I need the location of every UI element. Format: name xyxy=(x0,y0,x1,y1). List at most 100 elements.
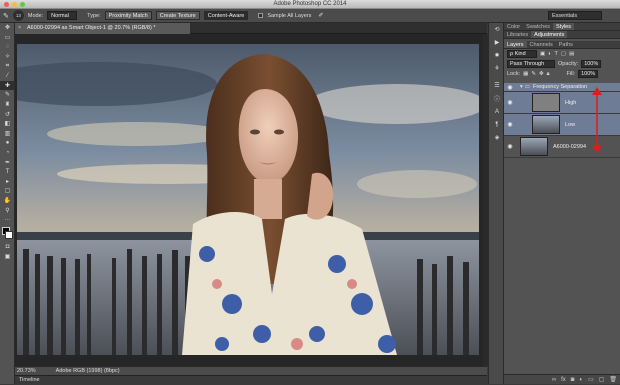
tab-color[interactable]: Color xyxy=(504,23,523,30)
lasso-tool-icon[interactable]: ◌ xyxy=(0,42,15,52)
type-label: Type: xyxy=(87,12,101,19)
fill-input[interactable]: 100% xyxy=(578,70,599,78)
eraser-tool-icon[interactable]: ◧ xyxy=(0,119,15,129)
mode-select[interactable]: Normal xyxy=(47,11,78,20)
blur-tool-icon[interactable]: ● xyxy=(0,138,15,148)
layer-name: Low xyxy=(565,121,576,128)
spot-healing-brush-icon[interactable]: ✎ xyxy=(3,12,9,20)
visibility-eye-icon[interactable]: ◉ xyxy=(504,84,516,91)
brush-preset-picker[interactable]: 13 xyxy=(12,10,24,21)
filter-type-icon[interactable]: T xyxy=(555,51,558,57)
zoom-level[interactable]: 20.73% xyxy=(17,367,36,375)
lock-all-icon[interactable]: 🔒︎ xyxy=(547,71,550,78)
fill-label: Fill: xyxy=(566,71,576,77)
blend-mode-select[interactable]: Pass Through xyxy=(507,60,555,68)
document-tab[interactable]: × A6000-02994 as Smart Object-1 @ 20.7% … xyxy=(15,23,190,34)
filter-shape-icon[interactable]: ▢ xyxy=(561,51,566,57)
filter-pixel-icon[interactable]: ▣ xyxy=(540,51,545,57)
tab-layers[interactable]: Layers xyxy=(504,41,527,48)
tab-channels[interactable]: Channels xyxy=(527,41,556,48)
history-icon[interactable]: ⟲ xyxy=(489,23,505,36)
visibility-eye-icon[interactable]: ◉ xyxy=(504,121,516,128)
document-tab-bar: × A6000-02994 as Smart Object-1 @ 20.7% … xyxy=(15,23,487,34)
layer-kind-filter[interactable]: ρ Kind xyxy=(507,50,537,58)
paragraph-icon[interactable]: ¶ xyxy=(489,118,505,131)
layer-name: Frequency Separation xyxy=(532,84,588,90)
background-color-swatch[interactable] xyxy=(5,231,13,240)
path-selection-tool-icon[interactable]: ▸ xyxy=(0,177,15,187)
opacity-input[interactable]: 100% xyxy=(581,60,602,68)
visibility-eye-icon[interactable]: ◉ xyxy=(504,143,516,150)
clone-source-icon[interactable]: ⚘ xyxy=(489,62,505,75)
clone-stamp-tool-icon[interactable]: ♜ xyxy=(0,100,15,110)
crop-tool-icon[interactable]: ⌗ xyxy=(0,61,15,71)
document-profile[interactable]: Adobe RGB (1998) (8bpc) xyxy=(56,367,120,375)
sample-all-layers-checkbox[interactable] xyxy=(258,13,264,18)
visibility-eye-icon[interactable]: ◉ xyxy=(504,99,516,106)
timeline-panel-tab[interactable]: Timeline xyxy=(15,375,487,384)
lock-transparent-icon[interactable]: ▦ xyxy=(523,71,528,77)
shape-tool-icon[interactable]: ▢ xyxy=(0,186,15,196)
layers-panel-footer: ∞ fx ◙ ◐ ▭ ▢ 🗑︎ xyxy=(504,374,620,384)
portrait-photo[interactable] xyxy=(17,44,479,355)
pen-tool-icon[interactable]: ✒ xyxy=(0,157,15,167)
create-texture-button[interactable]: Create Texture xyxy=(155,11,200,20)
info-icon[interactable]: ⓘ xyxy=(489,92,505,105)
blend-opacity-row: Pass Through Opacity: 100% xyxy=(504,59,620,69)
group-expand-icon[interactable]: ▾ xyxy=(520,84,523,90)
brush-settings-icon[interactable]: ✸ xyxy=(489,49,505,62)
panel-dock: ⟲ ▶ ✸ ⚘ ☰ ⓘ A ¶ ◈ xyxy=(488,23,504,384)
zoom-tool-icon[interactable]: ⚲ xyxy=(0,205,15,215)
dodge-tool-icon[interactable]: ◔ xyxy=(0,148,15,158)
layer-style-icon[interactable]: fx xyxy=(561,377,566,383)
new-layer-icon[interactable]: ▢ xyxy=(599,376,605,383)
quick-selection-tool-icon[interactable]: ✧ xyxy=(0,52,15,62)
type-tool-icon[interactable]: T xyxy=(0,167,15,177)
tab-libraries[interactable]: Libraries xyxy=(504,31,531,38)
lock-position-icon[interactable]: ✥ xyxy=(539,71,544,77)
new-adjustment-icon[interactable]: ◐ xyxy=(579,377,583,383)
screen-mode-icon[interactable]: ▣ xyxy=(0,252,15,262)
move-tool-icon[interactable]: ✥ xyxy=(0,23,15,33)
pressure-icon[interactable]: ✐ xyxy=(318,12,323,19)
color-panel-tabs: Color Swatches Styles xyxy=(504,23,620,31)
gradient-tool-icon[interactable]: ▥ xyxy=(0,129,15,139)
document-canvas[interactable] xyxy=(15,34,487,366)
folder-icon: ▭ xyxy=(524,84,530,90)
quick-mask-icon[interactable]: ◘ xyxy=(0,242,15,252)
library-panel-tabs: Libraries Adjustments xyxy=(504,31,620,39)
3d-icon[interactable]: ◈ xyxy=(489,131,505,144)
workspace-select[interactable]: Essentials xyxy=(548,11,602,20)
brush-tool-icon[interactable]: ✎ xyxy=(0,90,15,100)
content-aware-button[interactable]: Content-Aware xyxy=(203,11,249,20)
marquee-tool-icon[interactable]: ▭ xyxy=(0,33,15,43)
filter-smart-object-icon[interactable]: ▤ xyxy=(569,51,574,57)
layers-list: ◉ ▾ ▭ Frequency Separation ◉ High ◉ Low … xyxy=(504,83,620,158)
add-mask-icon[interactable]: ◙ xyxy=(571,377,575,383)
tab-swatches[interactable]: Swatches xyxy=(523,23,553,30)
properties-icon[interactable]: ☰ xyxy=(489,79,505,92)
mode-label: Mode: xyxy=(27,12,44,19)
more-tools-icon[interactable]: ··· xyxy=(0,215,15,225)
trash-icon[interactable]: 🗑︎ xyxy=(609,376,617,383)
layer-thumbnail xyxy=(532,93,560,112)
actions-icon[interactable]: ▶ xyxy=(489,36,505,49)
tab-paths[interactable]: Paths xyxy=(556,41,576,48)
sample-all-layers-label: Sample All Layers xyxy=(267,12,312,19)
layers-panel-tabs: Layers Channels Paths xyxy=(504,41,620,49)
color-swatches[interactable] xyxy=(0,226,14,242)
eyedropper-tool-icon[interactable]: ⁄ xyxy=(0,71,15,81)
tab-adjustments[interactable]: Adjustments xyxy=(531,31,568,38)
tab-styles[interactable]: Styles xyxy=(553,23,574,30)
proximity-match-button[interactable]: Proximity Match xyxy=(104,11,152,20)
hand-tool-icon[interactable]: ✋ xyxy=(0,196,15,206)
character-icon[interactable]: A xyxy=(489,105,505,118)
new-group-icon[interactable]: ▭ xyxy=(588,376,594,383)
lock-image-icon[interactable]: ✎ xyxy=(531,71,536,77)
link-layers-icon[interactable]: ∞ xyxy=(552,377,556,383)
opacity-label: Opacity: xyxy=(558,61,579,67)
close-tab-icon[interactable]: × xyxy=(18,23,21,34)
filter-adjustment-icon[interactable]: ◐ xyxy=(548,51,551,57)
healing-brush-tool-icon[interactable]: ✚ xyxy=(0,80,15,91)
history-brush-tool-icon[interactable]: ↺ xyxy=(0,109,15,119)
